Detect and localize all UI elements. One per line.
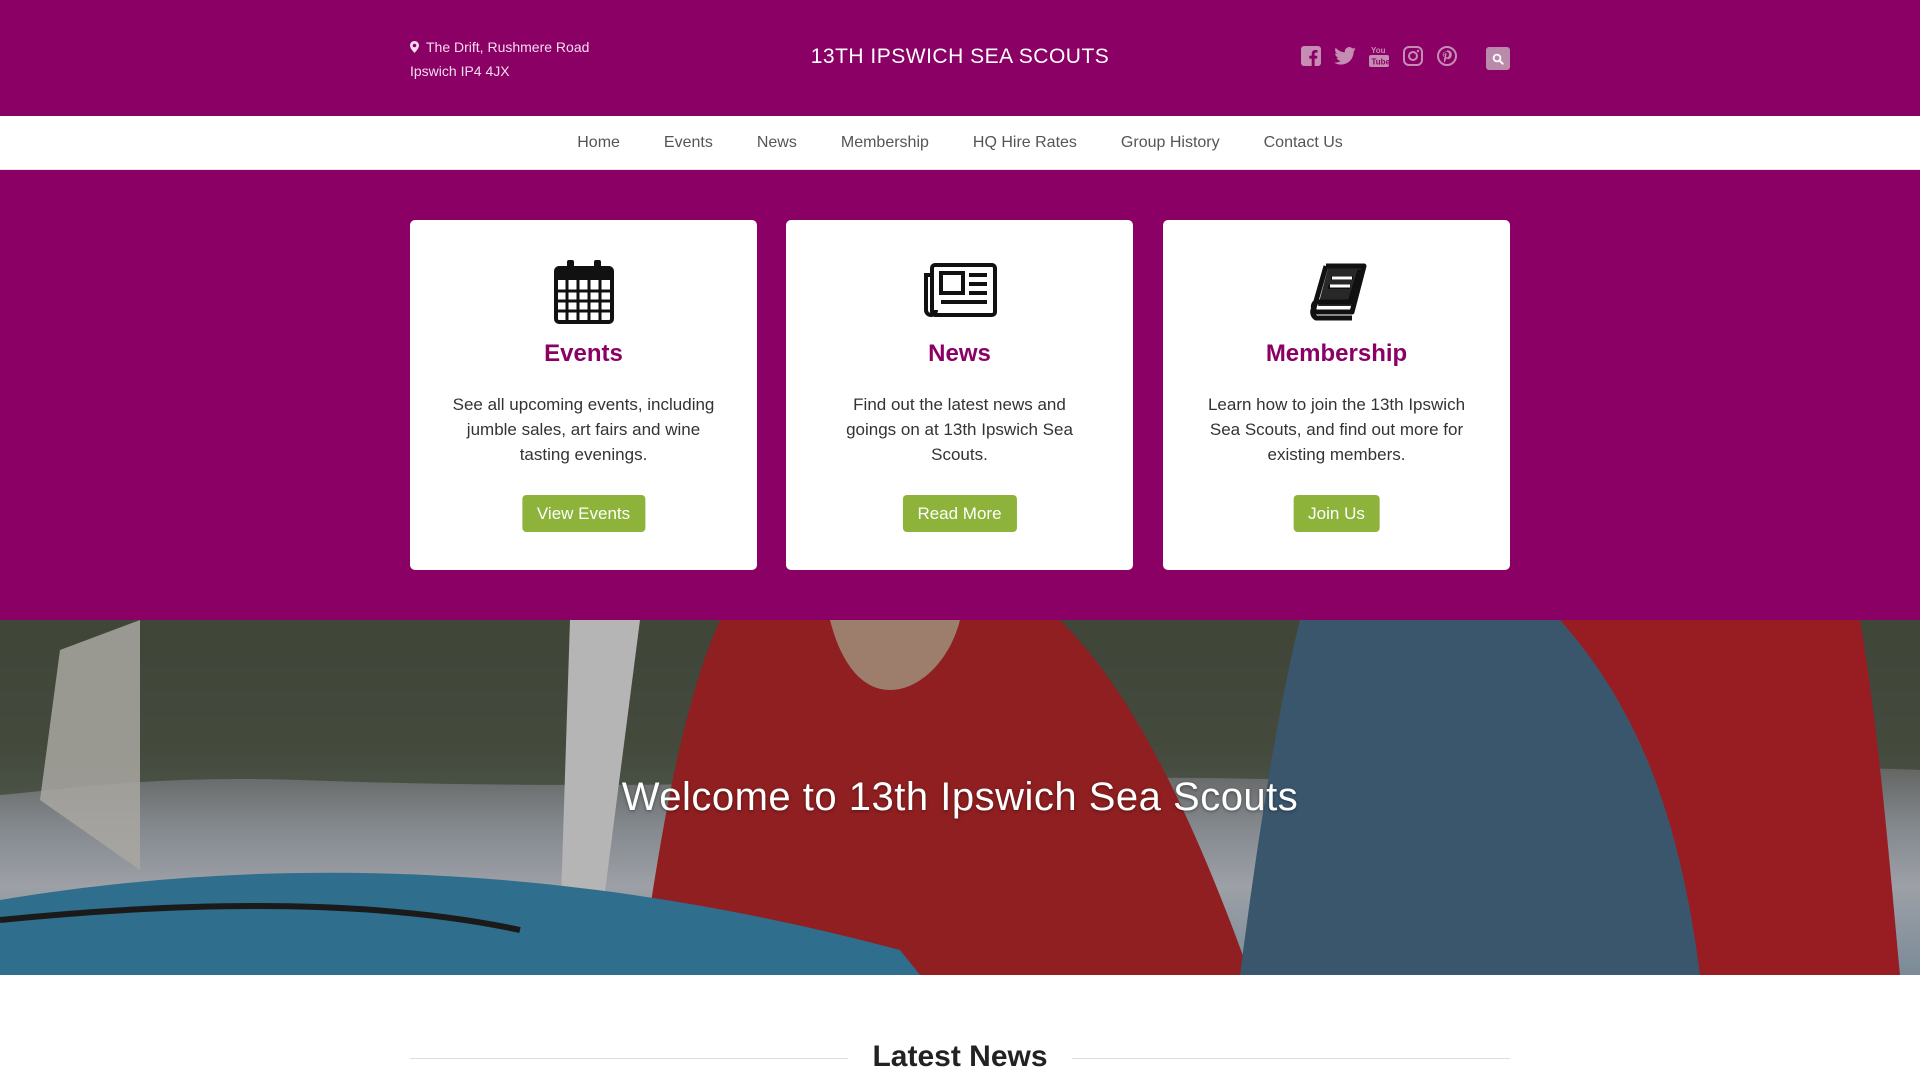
site-header: The Drift, Rushmere Road Ipswich IP4 4JX…	[0, 0, 1920, 116]
events-card: Events See all upcoming events, includin…	[410, 220, 757, 570]
latest-news-section: Latest News	[410, 1028, 1510, 1088]
card-title: News	[928, 340, 991, 367]
svg-text:Tube: Tube	[1372, 58, 1390, 67]
feature-band: Events See all upcoming events, includin…	[0, 170, 1920, 620]
nav-item-home[interactable]: Home	[577, 134, 620, 152]
nav-item-contact-us[interactable]: Contact Us	[1264, 134, 1343, 152]
social-links: You Tube	[1300, 45, 1458, 67]
nav-item-group-history[interactable]: Group History	[1121, 134, 1220, 152]
membership-card: Membership Learn how to join the 13th Ip…	[1163, 220, 1510, 570]
calendar-icon	[410, 258, 757, 324]
nav-item-hq-hire-rates[interactable]: HQ Hire Rates	[973, 134, 1077, 152]
youtube-icon[interactable]: You Tube	[1368, 45, 1390, 67]
hero-heading: Welcome to 13th Ipswich Sea Scouts	[621, 775, 1299, 819]
card-text: Learn how to join the 13th Ipswich Sea S…	[1207, 395, 1466, 464]
newspaper-icon	[786, 258, 1133, 324]
section-title-text: Latest News	[848, 1040, 1072, 1073]
facebook-icon[interactable]	[1300, 45, 1322, 67]
section-title: Latest News	[410, 1040, 1510, 1074]
book-icon	[1163, 258, 1510, 324]
view-events-button[interactable]: View Events	[521, 495, 646, 532]
card-text: See all upcoming events, including jumbl…	[452, 395, 715, 464]
instagram-icon[interactable]	[1402, 45, 1424, 67]
join-us-button[interactable]: Join Us	[1293, 495, 1380, 532]
svg-text:You: You	[1371, 46, 1386, 55]
nav-item-membership[interactable]: Membership	[841, 134, 929, 152]
main-nav: Home Events News Membership HQ Hire Rate…	[0, 116, 1920, 170]
card-title: Membership	[1265, 340, 1408, 367]
hero-banner: Welcome to 13th Ipswich Sea Scouts	[0, 620, 1920, 975]
twitter-icon[interactable]	[1334, 45, 1356, 67]
nav-item-news[interactable]: News	[757, 134, 797, 152]
read-more-button[interactable]: Read More	[902, 495, 1017, 532]
search-icon[interactable]	[1486, 47, 1510, 70]
news-card: News Find out the latest news and goings…	[786, 220, 1133, 570]
pinterest-icon[interactable]	[1436, 45, 1458, 67]
card-title: Events	[544, 340, 623, 367]
nav-item-events[interactable]: Events	[664, 134, 713, 152]
card-text: Find out the latest news and goings on a…	[846, 395, 1073, 464]
site-title[interactable]: 13TH IPSWICH SEA SCOUTS	[0, 45, 1920, 69]
